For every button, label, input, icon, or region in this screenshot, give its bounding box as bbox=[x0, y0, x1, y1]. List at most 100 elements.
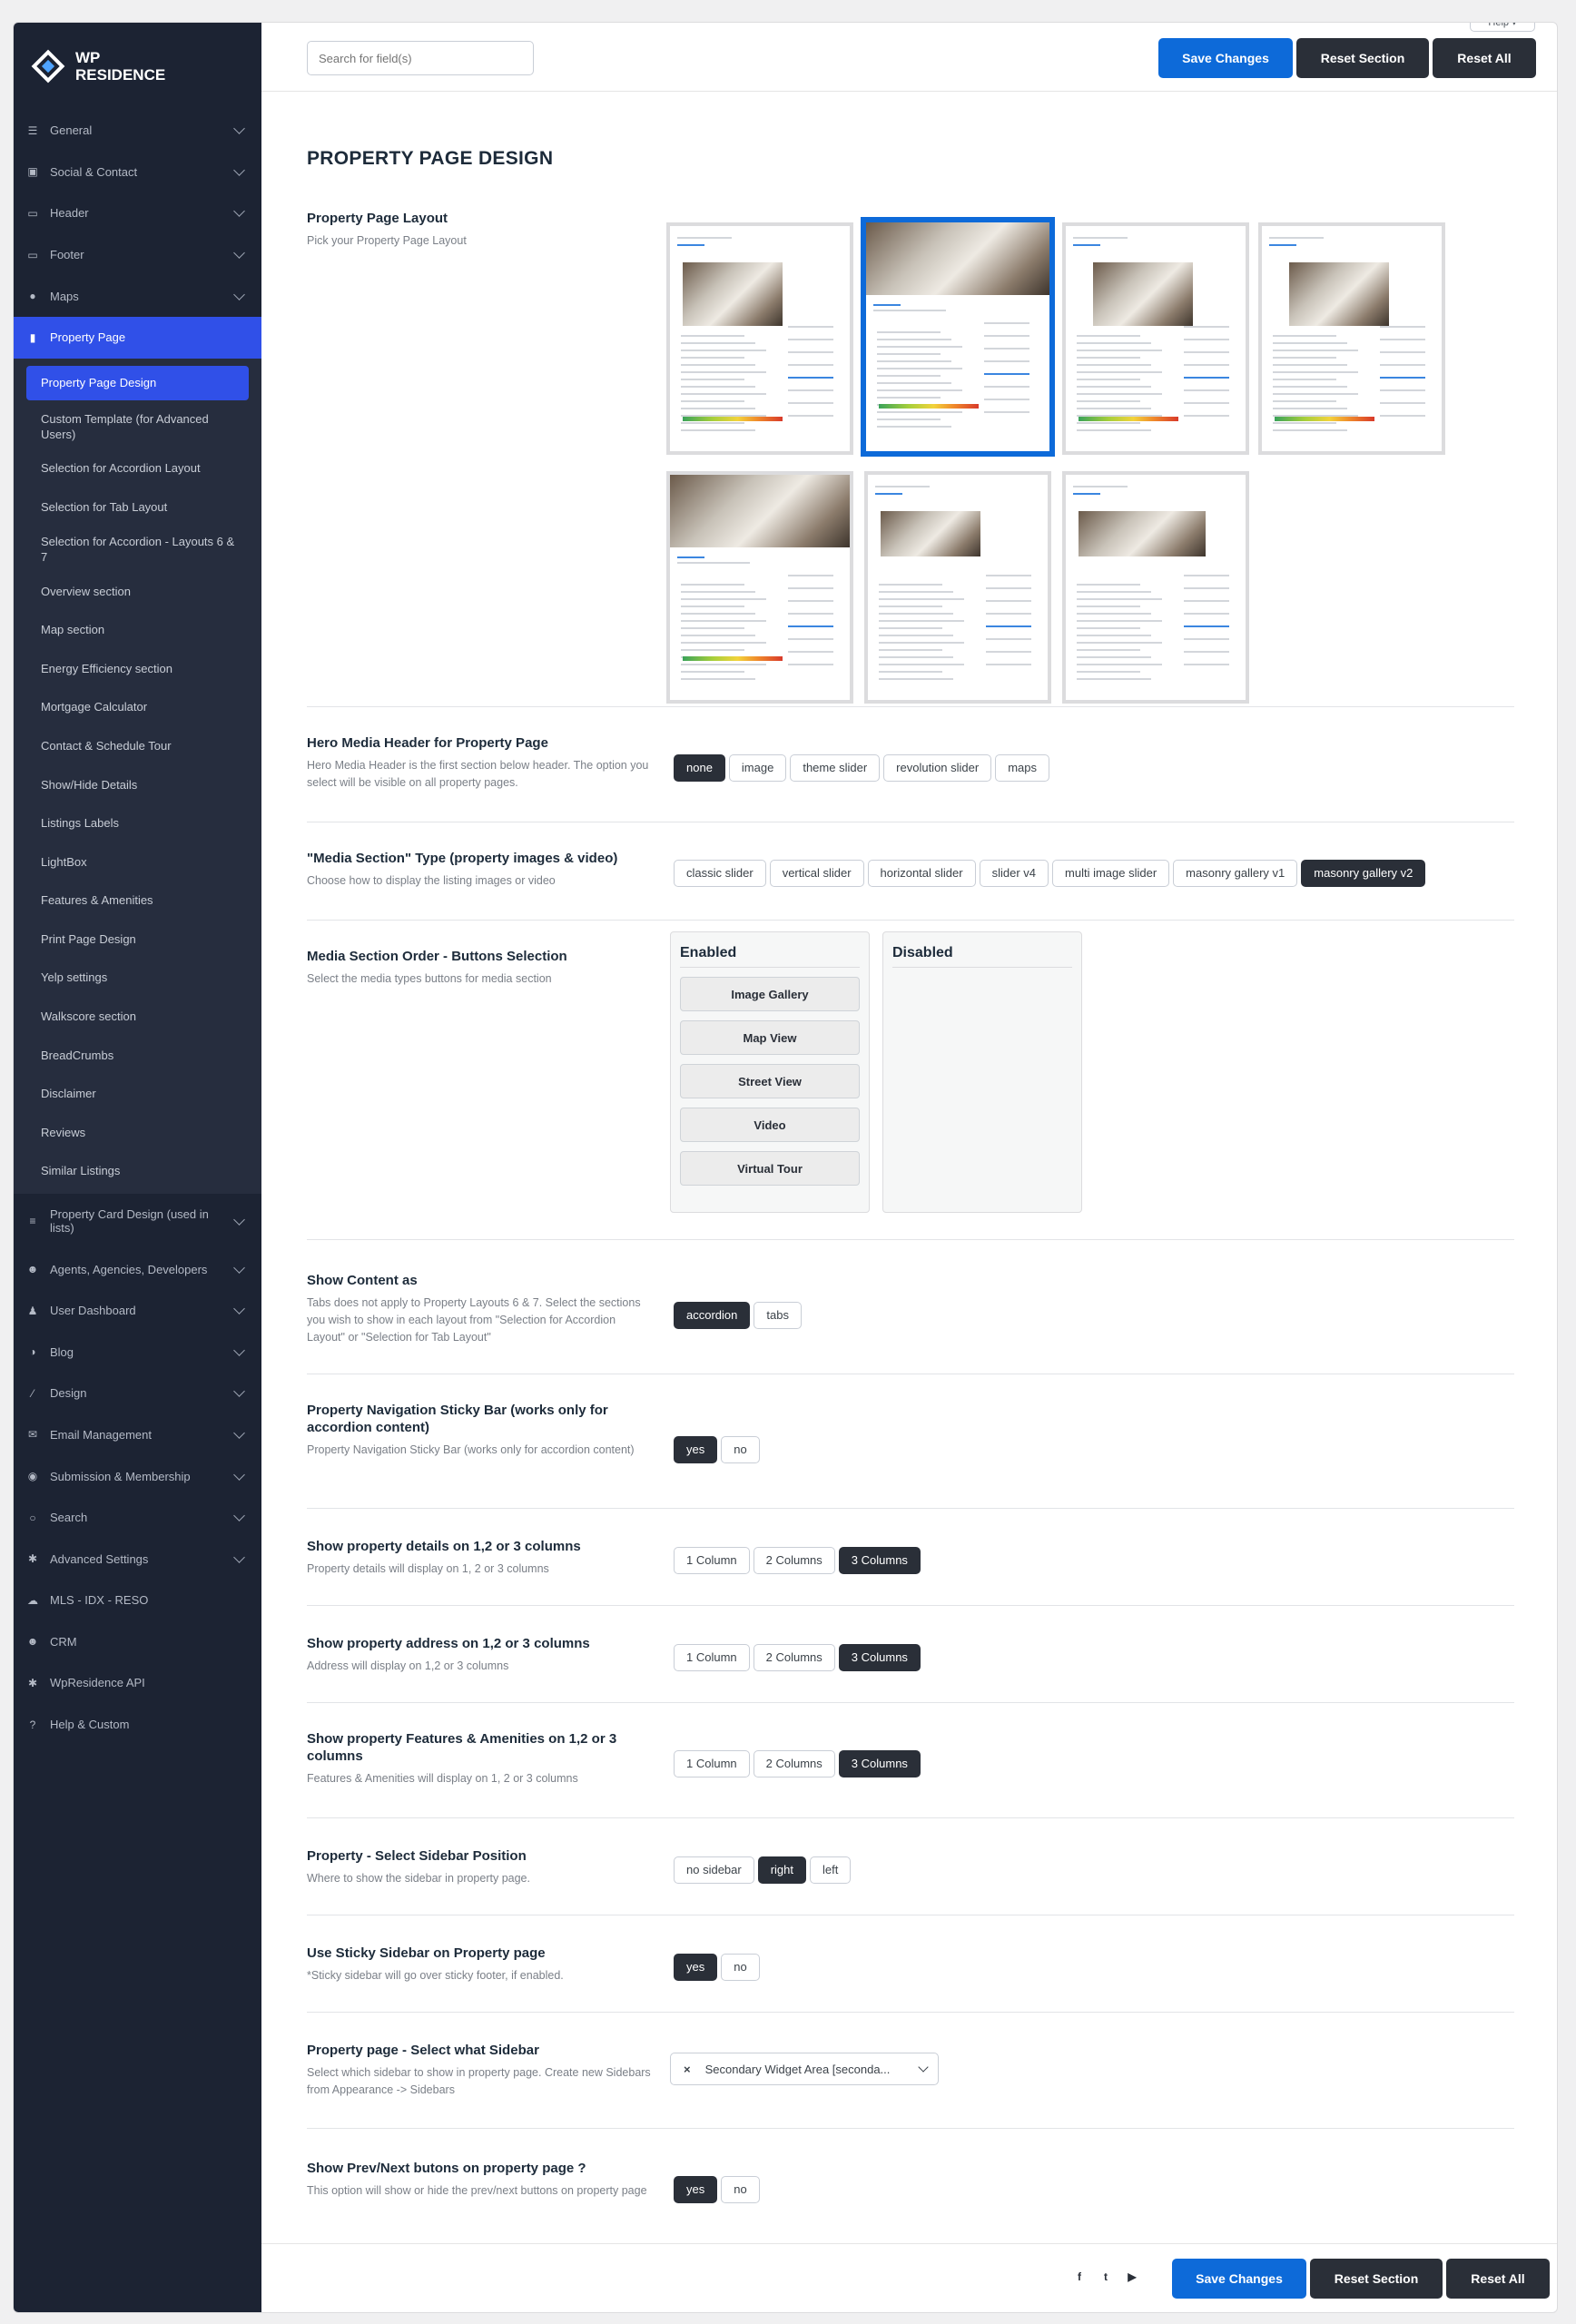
reset-section-button[interactable]: Reset Section bbox=[1296, 38, 1429, 78]
subnav-item[interactable]: Show/Hide Details bbox=[14, 765, 261, 804]
subnav-item[interactable]: Selection for Accordion Layout bbox=[14, 449, 261, 488]
layout-thumbnail[interactable] bbox=[864, 471, 1051, 704]
subnav-item[interactable]: Overview section bbox=[14, 572, 261, 611]
media-button-item[interactable]: Street View bbox=[680, 1064, 860, 1098]
sidebar-item-mls-idx-reso[interactable]: ☁ MLS - IDX - RESO bbox=[14, 1580, 261, 1621]
subnav-item[interactable]: Property Page Design bbox=[26, 365, 249, 400]
option-button[interactable]: classic slider bbox=[674, 860, 766, 887]
subnav-item[interactable]: Reviews bbox=[14, 1113, 261, 1152]
reset-section-button-bottom[interactable]: Reset Section bbox=[1310, 2259, 1443, 2299]
option-button[interactable]: 1 Column bbox=[674, 1750, 750, 1777]
sidebar-item-blog[interactable]: ◑ Blog bbox=[14, 1331, 261, 1373]
subnav-item[interactable]: Selection for Tab Layout bbox=[14, 487, 261, 527]
subnav-item[interactable]: Print Page Design bbox=[14, 920, 261, 959]
option-button[interactable]: no bbox=[721, 2176, 760, 2203]
option-button[interactable]: 3 Columns bbox=[838, 1644, 921, 1671]
option-button[interactable]: 2 Columns bbox=[753, 1644, 835, 1671]
option-button[interactable]: theme slider bbox=[790, 754, 881, 782]
option-button[interactable]: no sidebar bbox=[674, 1856, 754, 1884]
sidebar-item-design[interactable]: ⁄ Design bbox=[14, 1373, 261, 1414]
option-button[interactable]: yes bbox=[674, 1954, 718, 1981]
save-button-bottom[interactable]: Save Changes bbox=[1172, 2259, 1306, 2299]
sidebar-item-label: Submission & Membership bbox=[50, 1469, 191, 1483]
subnav-item[interactable]: Listings Labels bbox=[14, 803, 261, 842]
subnav-item[interactable]: Similar Listings bbox=[14, 1152, 261, 1191]
option-button[interactable]: 3 Columns bbox=[838, 1750, 921, 1777]
subnav-item[interactable]: LightBox bbox=[14, 842, 261, 881]
row-title: Property - Select Sidebar Position bbox=[307, 1848, 527, 1864]
sidebar-item-crm[interactable]: ☻ CRM bbox=[14, 1621, 261, 1663]
sidebar-item-email-management[interactable]: ✉ Email Management bbox=[14, 1414, 261, 1456]
reset-all-button[interactable]: Reset All bbox=[1433, 38, 1536, 78]
save-button[interactable]: Save Changes bbox=[1158, 38, 1293, 78]
sidebar-item-general[interactable]: ☰ General bbox=[14, 110, 261, 152]
media-button-item[interactable]: Image Gallery bbox=[680, 977, 860, 1011]
option-button[interactable]: multi image slider bbox=[1052, 860, 1170, 887]
layout-thumbnail[interactable] bbox=[861, 217, 1055, 457]
subnav-item[interactable]: Mortgage Calculator bbox=[14, 688, 261, 727]
option-button[interactable]: slider v4 bbox=[979, 860, 1049, 887]
layout-thumbnail[interactable] bbox=[1062, 222, 1249, 455]
sidebar-item-header[interactable]: ▭ Header bbox=[14, 192, 261, 234]
subnav-item[interactable]: Disclaimer bbox=[14, 1074, 261, 1113]
option-button[interactable]: vertical slider bbox=[769, 860, 864, 887]
option-button[interactable]: 1 Column bbox=[674, 1547, 750, 1574]
option-button[interactable]: tabs bbox=[754, 1302, 802, 1329]
sidebar-item-user-dashboard[interactable]: ♟ User Dashboard bbox=[14, 1290, 261, 1332]
option-button[interactable]: maps bbox=[995, 754, 1049, 782]
sidebar-item-wpresidence-api[interactable]: ✱ WpResidence API bbox=[14, 1662, 261, 1704]
sidebar-item-social-contact[interactable]: ▣ Social & Contact bbox=[14, 152, 261, 193]
option-button[interactable]: no bbox=[721, 1436, 760, 1463]
layout-thumbnail[interactable] bbox=[1062, 471, 1249, 704]
sidebar-item-search[interactable]: ○ Search bbox=[14, 1497, 261, 1539]
search-input[interactable] bbox=[307, 41, 534, 75]
subnav-item[interactable]: Yelp settings bbox=[14, 959, 261, 998]
sidebar-item-help-custom[interactable]: ? Help & Custom bbox=[14, 1704, 261, 1746]
sidebar-item-submission-membership[interactable]: ◉ Submission & Membership bbox=[14, 1455, 261, 1497]
clear-selection-icon[interactable]: × bbox=[684, 2063, 691, 2076]
option-button[interactable]: yes bbox=[674, 1436, 718, 1463]
sidebar-item-advanced-settings[interactable]: ✱ Advanced Settings bbox=[14, 1538, 261, 1580]
subnav-item[interactable]: Selection for Accordion - Layouts 6 & 7 bbox=[14, 527, 261, 572]
sidebar-item-agents-agencies-developers[interactable]: ☻ Agents, Agencies, Developers bbox=[14, 1248, 261, 1290]
option-button[interactable]: yes bbox=[674, 2176, 718, 2203]
details-columns-row: Show property details on 1,2 or 3 column… bbox=[307, 1509, 1514, 1606]
option-button[interactable]: 1 Column bbox=[674, 1644, 750, 1671]
youtube-icon[interactable]: ▶ bbox=[1125, 2270, 1139, 2284]
option-button[interactable]: masonry gallery v2 bbox=[1301, 860, 1426, 887]
media-button-item[interactable]: Video bbox=[680, 1108, 860, 1142]
option-button[interactable]: 2 Columns bbox=[753, 1547, 835, 1574]
subnav-item[interactable]: Contact & Schedule Tour bbox=[14, 726, 261, 765]
option-button[interactable]: revolution slider bbox=[883, 754, 992, 782]
option-button[interactable]: no bbox=[721, 1954, 760, 1981]
sidebar-item-maps[interactable]: ● Maps bbox=[14, 275, 261, 317]
sidebar-item-property-card-design-used-in-lists[interactable]: ≡ Property Card Design (used in lists) bbox=[14, 1194, 261, 1248]
option-button[interactable]: 3 Columns bbox=[838, 1547, 921, 1574]
show-content-options: accordion tabs bbox=[674, 1302, 805, 1329]
layout-thumbnail[interactable] bbox=[666, 471, 853, 704]
subnav-item[interactable]: Walkscore section bbox=[14, 997, 261, 1036]
option-button[interactable]: image bbox=[728, 754, 787, 782]
subnav-item[interactable]: Map section bbox=[14, 610, 261, 649]
twitter-icon[interactable]: t bbox=[1098, 2270, 1113, 2284]
layout-thumbnail[interactable] bbox=[666, 222, 853, 455]
option-button[interactable]: right bbox=[757, 1856, 807, 1884]
option-button[interactable]: accordion bbox=[674, 1302, 751, 1329]
subnav-item[interactable]: Custom Template (for Advanced Users) bbox=[14, 404, 261, 449]
subnav-item[interactable]: BreadCrumbs bbox=[14, 1036, 261, 1075]
sidebar-item-property-page[interactable]: ▮ Property Page bbox=[14, 316, 261, 359]
option-button[interactable]: horizontal slider bbox=[867, 860, 976, 887]
facebook-icon[interactable]: f bbox=[1072, 2270, 1087, 2284]
subnav-item[interactable]: Energy Efficiency section bbox=[14, 649, 261, 688]
option-button[interactable]: left bbox=[810, 1856, 852, 1884]
sidebar-item-footer[interactable]: ▭ Footer bbox=[14, 234, 261, 276]
option-button[interactable]: none bbox=[674, 754, 725, 782]
media-button-item[interactable]: Map View bbox=[680, 1020, 860, 1055]
option-button[interactable]: 2 Columns bbox=[753, 1750, 835, 1777]
option-button[interactable]: masonry gallery v1 bbox=[1173, 860, 1298, 887]
layout-thumbnail[interactable] bbox=[1258, 222, 1445, 455]
reset-all-button-bottom[interactable]: Reset All bbox=[1446, 2259, 1550, 2299]
media-button-item[interactable]: Virtual Tour bbox=[680, 1151, 860, 1186]
sidebar-select[interactable]: × Secondary Widget Area [seconda... bbox=[670, 2053, 939, 2085]
subnav-item[interactable]: Features & Amenities bbox=[14, 881, 261, 921]
